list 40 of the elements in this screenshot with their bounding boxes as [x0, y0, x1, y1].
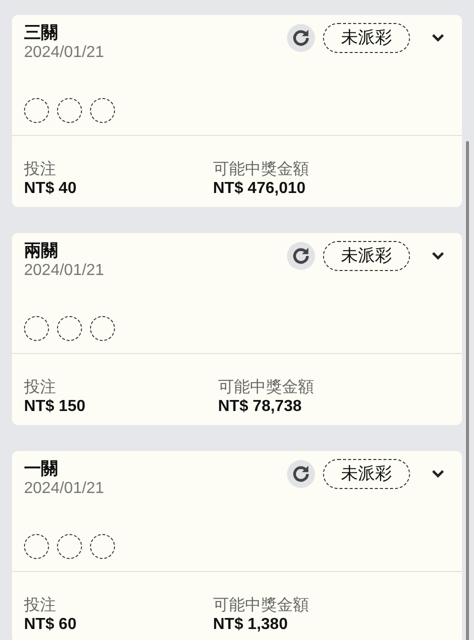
scrollbar[interactable]	[466, 141, 469, 640]
payout-label: 可能中獎金額	[218, 378, 314, 397]
pick-circle	[24, 98, 49, 123]
chevron-down-icon	[431, 251, 445, 261]
refresh-button[interactable]	[287, 242, 315, 270]
status-tag: 未派彩	[323, 23, 410, 53]
bet-title: 三關	[24, 23, 59, 43]
status-tag: 未派彩	[323, 241, 410, 271]
bet-title: 一關	[24, 459, 59, 479]
payout-label: 可能中獎金額	[213, 596, 309, 615]
pick-circle	[57, 534, 82, 559]
stake-amount: NT$ 60	[24, 615, 78, 634]
refresh-button[interactable]	[287, 24, 315, 52]
bet-date: 2024/01/21	[24, 43, 106, 63]
stake-amount: NT$ 150	[24, 397, 86, 416]
payout-amount: NT$ 476,010	[213, 179, 307, 198]
chevron-down-icon	[431, 469, 445, 479]
pick-circle	[24, 316, 49, 341]
refresh-button[interactable]	[287, 460, 315, 488]
status-tag: 未派彩	[323, 459, 410, 489]
pick-circle	[90, 98, 115, 123]
stake-amount: NT$ 40	[24, 179, 78, 198]
payout-amount: NT$ 78,738	[218, 397, 303, 416]
stake-label: 投注	[24, 378, 57, 397]
pick-circle	[90, 316, 115, 341]
bet-title: 兩關	[24, 241, 59, 261]
pick-circle	[57, 98, 82, 123]
bet-date: 2024/01/21	[24, 261, 106, 281]
chevron-down-icon	[431, 33, 445, 43]
bet-date: 2024/01/21	[24, 479, 106, 499]
stake-label: 投注	[24, 596, 57, 615]
pick-circle	[90, 534, 115, 559]
stake-label: 投注	[24, 160, 57, 179]
payout-amount: NT$ 1,380	[213, 615, 289, 634]
pick-circle	[24, 534, 49, 559]
refresh-icon	[290, 245, 312, 267]
payout-label: 可能中獎金額	[213, 160, 309, 179]
refresh-icon	[290, 27, 312, 49]
pick-circle	[57, 316, 82, 341]
refresh-icon	[290, 463, 312, 485]
